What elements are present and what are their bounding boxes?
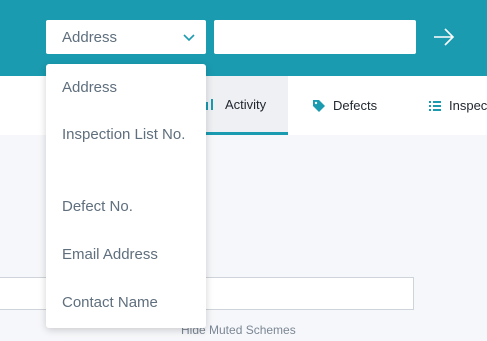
arrow-right-icon[interactable] (431, 24, 457, 50)
dropdown-option-inspection-list-no[interactable]: Inspection List No. (62, 123, 198, 147)
tab-label: Activity (225, 97, 267, 112)
dropdown-option-defect-no[interactable]: Defect No. (62, 195, 198, 219)
search-input[interactable] (214, 20, 416, 54)
search-type-dropdown: Address Inspection List No. Defect No. E… (46, 64, 206, 328)
bar-chart-icon (206, 99, 213, 110)
tag-icon (313, 99, 325, 112)
search-type-select[interactable]: Address (46, 20, 206, 54)
dropdown-option-email-address[interactable]: Email Address (62, 243, 198, 267)
tab-defects[interactable]: Defects (310, 76, 377, 135)
search-type-selected: Address (62, 28, 118, 46)
dropdown-option-contact-name[interactable]: Contact Name (62, 291, 198, 315)
tab-label: Inspec (449, 98, 487, 113)
dropdown-option-address[interactable]: Address (62, 76, 198, 100)
tab-label: Defects (333, 98, 378, 113)
chevron-down-icon (183, 34, 195, 42)
tab-inspections[interactable]: Inspec (426, 76, 487, 135)
list-icon (429, 100, 441, 111)
